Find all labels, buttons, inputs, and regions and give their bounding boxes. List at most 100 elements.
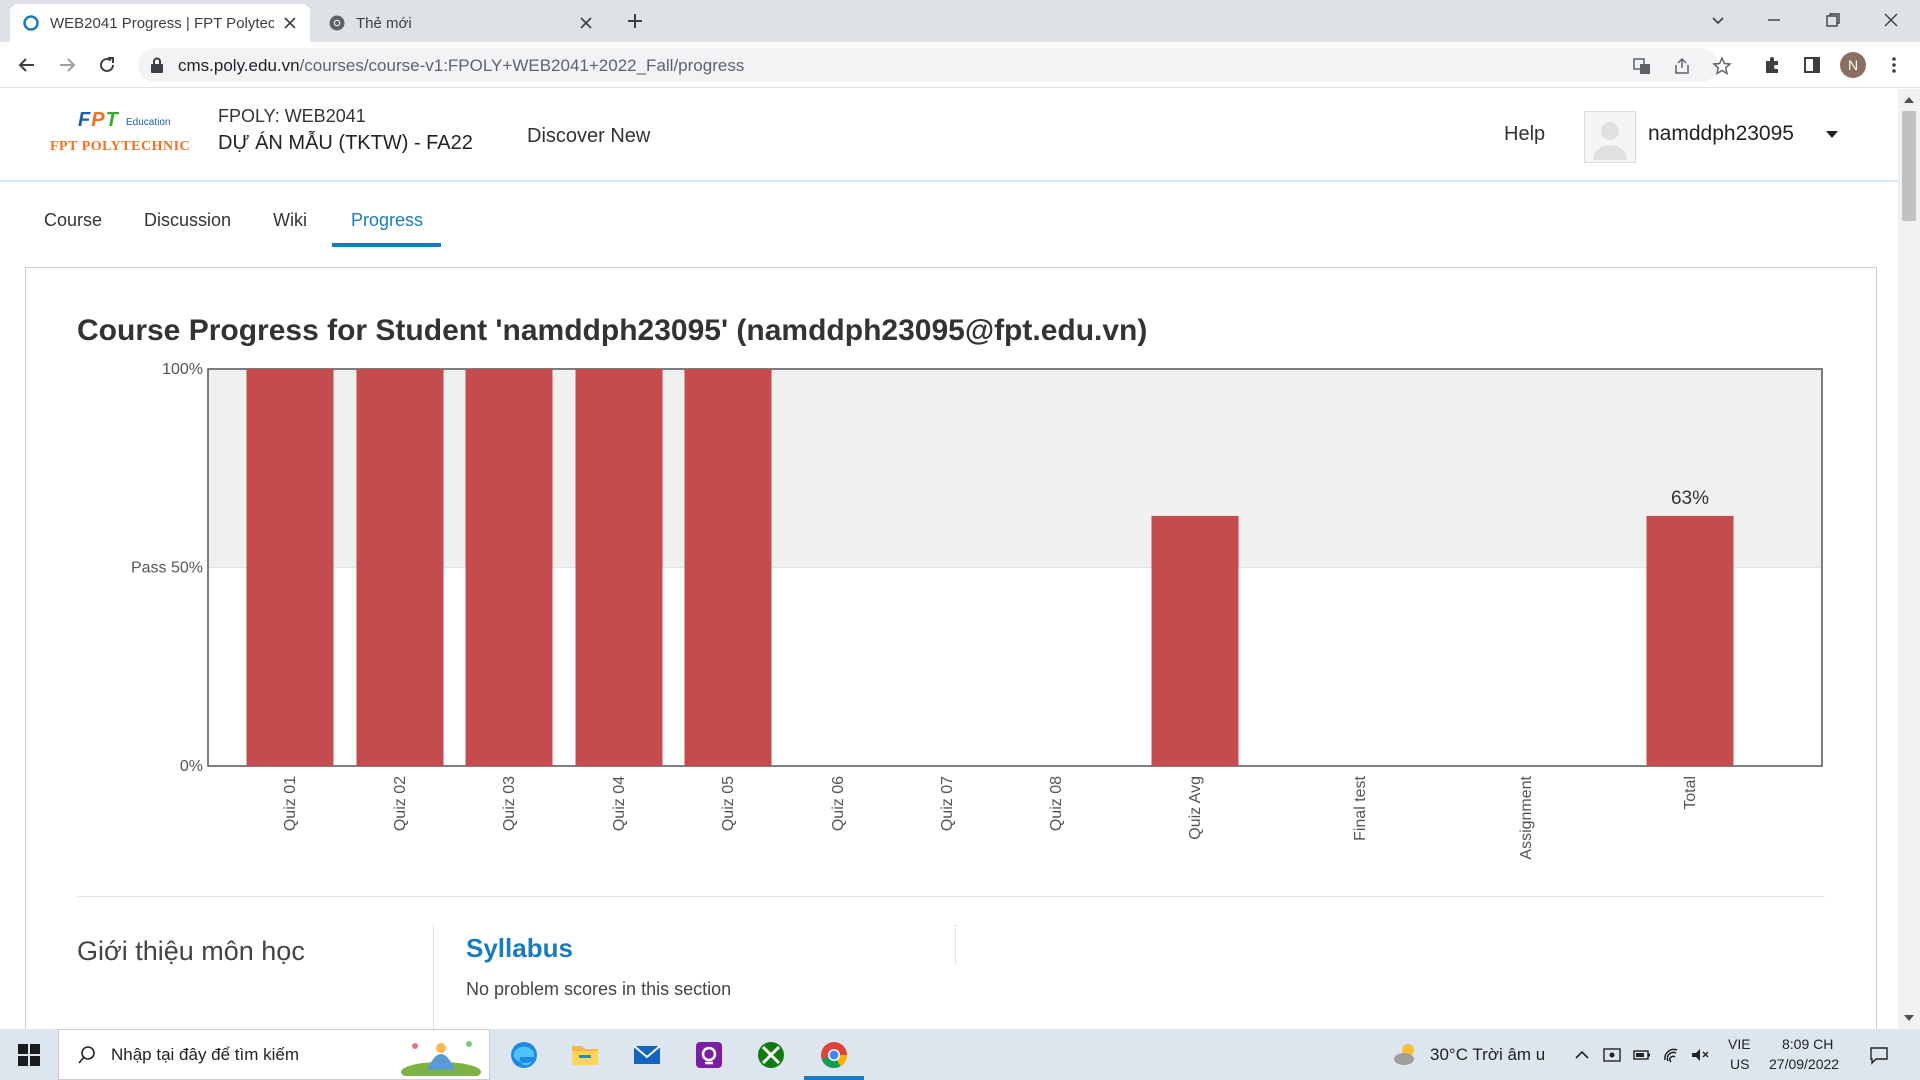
- search-icon: [78, 1046, 95, 1064]
- x-tick-label: Quiz 07: [939, 776, 956, 831]
- browser-tab-active[interactable]: WEB2041 Progress | FPT Polytech: [10, 4, 310, 42]
- back-arrow-icon[interactable]: [16, 54, 38, 76]
- active-app-indicator: [804, 1076, 864, 1080]
- windows-start-icon[interactable]: [18, 1044, 40, 1066]
- notifications-icon[interactable]: [1868, 1044, 1890, 1066]
- user-avatar[interactable]: [1584, 111, 1636, 163]
- close-window-icon[interactable]: [1879, 8, 1903, 32]
- username[interactable]: namddph23095: [1648, 122, 1794, 146]
- reload-icon[interactable]: [96, 54, 118, 76]
- bar-quiz-avg: [1151, 515, 1239, 766]
- url-text: cms.poly.edu.vn/courses/course-v1:FPOLY+…: [178, 56, 744, 76]
- scrollbar-thumb[interactable]: [1902, 111, 1916, 221]
- bar-quiz-05: [684, 369, 772, 766]
- chrome-taskbar-icon[interactable]: [816, 1037, 852, 1073]
- bar-quiz-02: [356, 369, 444, 766]
- clock-date[interactable]: 27/09/2022: [1769, 1056, 1839, 1072]
- x-tick-label: Quiz 02: [392, 776, 409, 831]
- y-tick-label: 100%: [162, 363, 203, 378]
- url-path: /courses/course-v1:FPOLY+WEB2041+2022_Fa…: [299, 56, 745, 75]
- search-highlight-illustration-icon[interactable]: [397, 1036, 485, 1076]
- site-header: FPT Education FPT POLYTECHNIC FPOLY: WEB…: [0, 89, 1898, 182]
- site-favicon-icon: [23, 15, 39, 31]
- x-tick-label: Quiz 03: [501, 776, 518, 831]
- taskbar-search-box[interactable]: Nhập tại đây để tìm kiếm: [58, 1029, 490, 1080]
- logo-polytechnic: FPT POLYTECHNIC: [50, 139, 191, 154]
- bookmark-star-icon[interactable]: [1712, 56, 1732, 76]
- user-silhouette-icon: [1593, 122, 1627, 160]
- browser-tab-title: Thẻ mới: [356, 14, 412, 32]
- meet-now-icon[interactable]: [1602, 1045, 1622, 1065]
- close-tab-icon[interactable]: [282, 15, 298, 31]
- photos-app-icon[interactable]: [691, 1037, 727, 1073]
- volume-muted-icon[interactable]: [1690, 1045, 1710, 1065]
- y-tick-label: Pass 50%: [131, 560, 203, 577]
- mail-icon[interactable]: [629, 1037, 665, 1073]
- x-tick-label: Quiz 08: [1048, 776, 1065, 831]
- url-host: cms.poly.edu.vn: [178, 56, 300, 75]
- section-divider: [77, 896, 1825, 897]
- x-tick-label: Quiz 05: [720, 776, 737, 831]
- language-bottom[interactable]: US: [1730, 1056, 1749, 1072]
- browser-tab-new[interactable]: Thẻ mới: [316, 4, 606, 42]
- x-tick-label: Assignment: [1518, 775, 1535, 859]
- more-menu-icon[interactable]: [1884, 55, 1904, 75]
- x-tick-label: Quiz Avg: [1187, 776, 1204, 840]
- share-icon[interactable]: [1672, 56, 1692, 76]
- close-tab-icon[interactable]: [578, 15, 594, 31]
- tab-search-chevron-icon[interactable]: [1706, 8, 1730, 32]
- weather-cloudy-icon[interactable]: [1392, 1041, 1420, 1067]
- progress-chart: 0% Pass 50% 100% Quiz 01 Quiz 02 Quiz 03 Quiz …: [131, 363, 1823, 860]
- page-scrollbar[interactable]: [1898, 89, 1920, 1029]
- weather-text[interactable]: 30°C Trời âm u: [1430, 1045, 1545, 1065]
- tab-course[interactable]: Course: [44, 193, 102, 247]
- discover-new-link[interactable]: Discover New: [527, 125, 650, 148]
- minimize-icon[interactable]: [1762, 8, 1786, 32]
- bar-quiz-01: [246, 369, 334, 766]
- browser-toolbar: cms.poly.edu.vn/courses/course-v1:FPOLY+…: [0, 42, 1920, 88]
- syllabus-note: No problem scores in this section: [466, 979, 732, 999]
- edge-browser-icon[interactable]: [506, 1037, 542, 1073]
- course-name: DỰ ÁN MẪU (TKTW) - FA22: [218, 132, 473, 154]
- section-vertical-divider: [433, 925, 434, 1029]
- course-tabs: Course Discussion Wiki Progress: [0, 193, 1898, 247]
- forward-arrow-icon[interactable]: [56, 54, 78, 76]
- scroll-up-arrow-icon[interactable]: [1904, 97, 1914, 103]
- side-panel-icon[interactable]: [1802, 55, 1822, 75]
- syllabus-link[interactable]: Syllabus: [466, 933, 573, 964]
- help-link[interactable]: Help: [1504, 123, 1545, 146]
- y-tick-label: 0%: [180, 758, 203, 775]
- lock-icon[interactable]: [150, 57, 164, 73]
- x-tick-label: Quiz 01: [282, 776, 299, 831]
- scroll-down-arrow-icon[interactable]: [1904, 1015, 1914, 1021]
- chapter-heading: Giới thiệu môn học: [77, 936, 305, 966]
- browser-tabstrip: WEB2041 Progress | FPT Polytech Thẻ mới: [0, 0, 1920, 42]
- clock-time[interactable]: 8:09 CH: [1782, 1036, 1833, 1052]
- translate-icon[interactable]: [1632, 56, 1652, 76]
- page-title: Course Progress for Student 'namddph2309…: [77, 314, 1148, 347]
- language-top[interactable]: VIE: [1728, 1036, 1751, 1052]
- battery-icon[interactable]: [1632, 1045, 1652, 1065]
- new-tab-plus-icon[interactable]: [625, 11, 645, 31]
- extensions-puzzle-icon[interactable]: [1762, 55, 1782, 75]
- wifi-icon[interactable]: [1662, 1045, 1682, 1065]
- logo-education: Education: [126, 117, 171, 128]
- profile-avatar[interactable]: N: [1840, 52, 1866, 78]
- restore-icon[interactable]: [1821, 8, 1845, 32]
- fpt-polytechnic-logo[interactable]: FPT Education FPT POLYTECHNIC: [48, 109, 198, 165]
- x-tick-label: Quiz 06: [830, 776, 847, 831]
- tray-chevron-up-icon[interactable]: [1572, 1045, 1592, 1065]
- tab-discussion[interactable]: Discussion: [144, 193, 231, 247]
- file-explorer-icon[interactable]: [567, 1037, 603, 1073]
- tab-wiki[interactable]: Wiki: [273, 193, 307, 247]
- x-tick-label: Total: [1682, 776, 1699, 810]
- bar-quiz-03: [465, 369, 553, 766]
- chrome-icon: [329, 15, 345, 31]
- address-bar[interactable]: cms.poly.edu.vn/courses/course-v1:FPOLY+…: [138, 48, 1732, 82]
- xbox-icon[interactable]: [753, 1037, 789, 1073]
- windows-taskbar: Nhập tại đây để tìm kiếm 30°C Trời âm u …: [0, 1029, 1920, 1080]
- tab-progress[interactable]: Progress: [332, 193, 441, 247]
- course-org: FPOLY: WEB2041: [218, 106, 366, 126]
- x-tick-label: Final test: [1352, 775, 1369, 840]
- user-menu-caret-icon[interactable]: [1826, 131, 1838, 138]
